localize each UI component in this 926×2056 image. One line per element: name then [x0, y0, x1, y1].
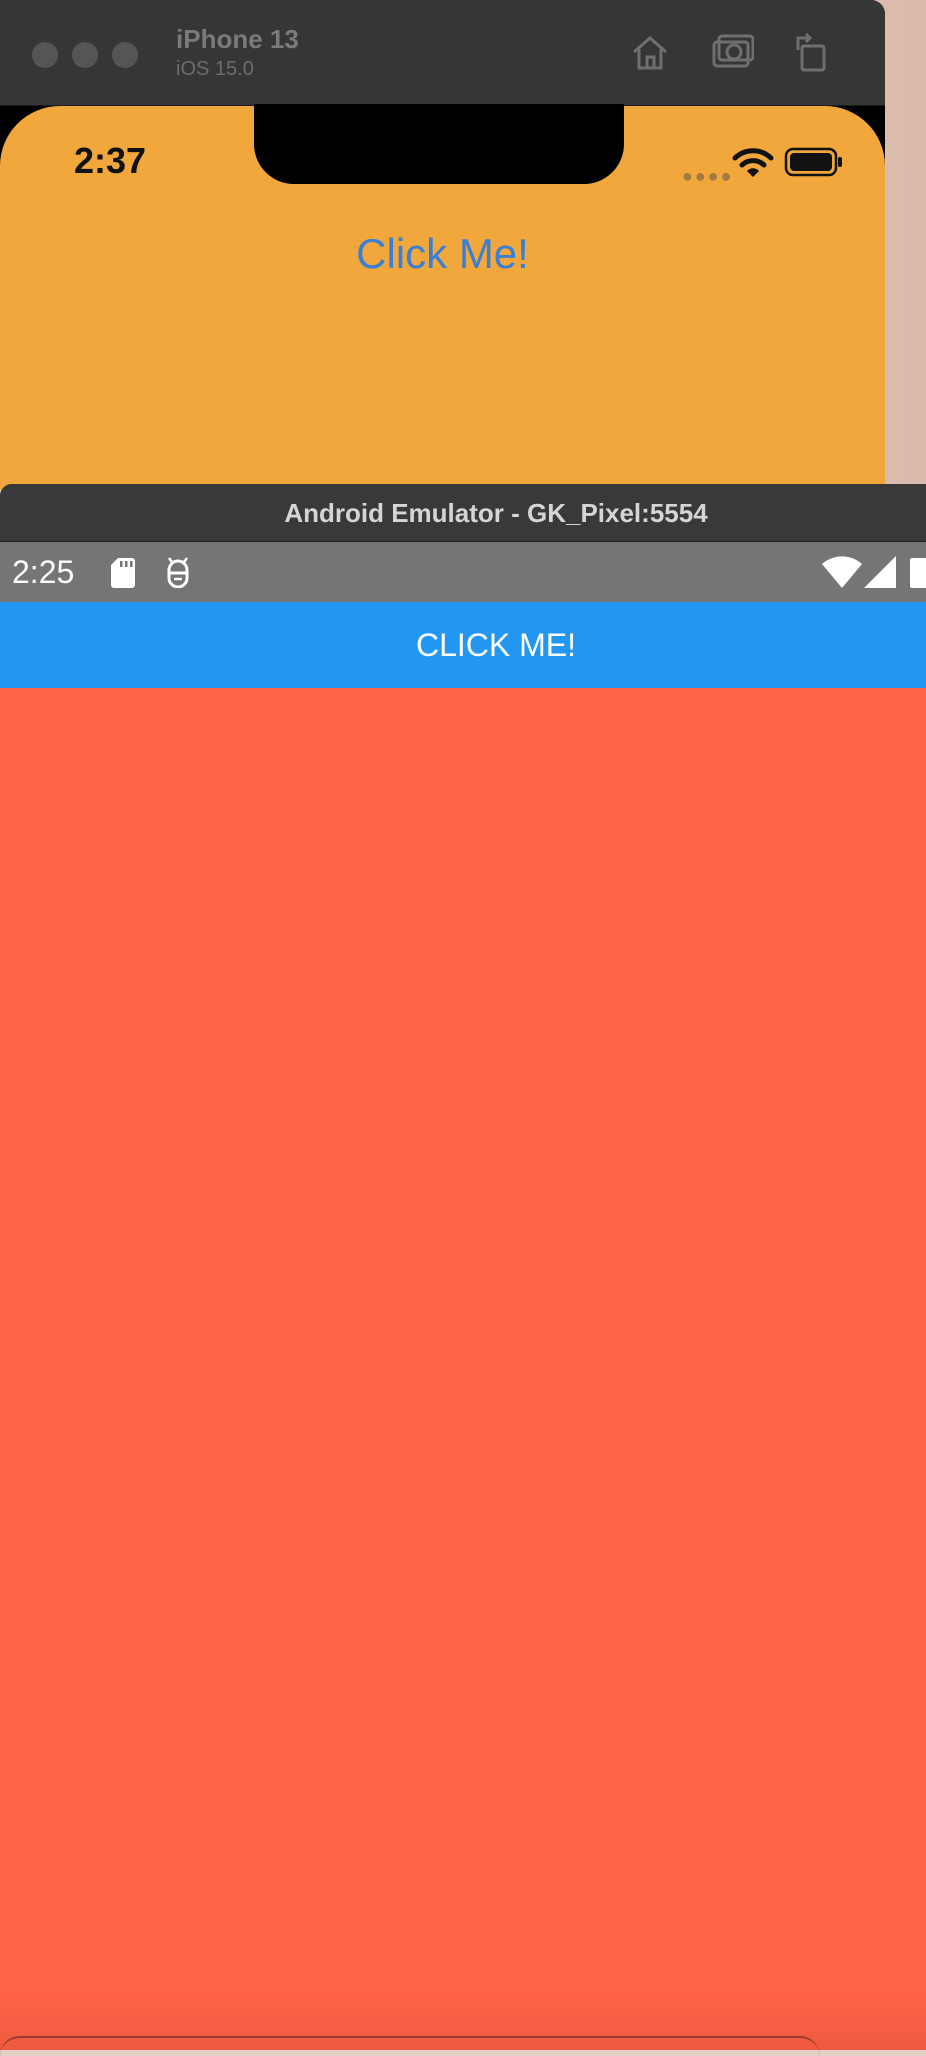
android-emulator-titlebar: Android Emulator - GK_Pixel:5554 — [0, 484, 926, 542]
ios-simulator-titlebar: iPhone 13 iOS 15.0 — [0, 0, 885, 106]
android-click-me-button[interactable]: CLICK ME! — [0, 602, 926, 688]
ios-screen: 2:37 ●●●● Click Me! — [0, 104, 885, 490]
ios-click-me-button[interactable]: Click Me! — [0, 230, 885, 278]
android-status-bar: 2:25 — [0, 542, 926, 602]
ios-battery-icon — [784, 147, 842, 177]
android-emulator-title: Android Emulator - GK_Pixel:5554 — [284, 498, 708, 528]
rotate-icon[interactable] — [790, 30, 834, 74]
simulator-os-version: iOS 15.0 — [176, 58, 254, 80]
wifi-icon — [822, 556, 862, 588]
ios-signal-dots-icon: ●●●● — [682, 166, 734, 186]
android-status-time: 2:25 — [12, 554, 75, 590]
ios-status-time: 2:37 — [74, 140, 147, 181]
window-bottom-edge — [0, 2036, 820, 2056]
signal-icon — [864, 556, 896, 588]
close-window-button[interactable] — [32, 42, 58, 68]
android-emulator-window: Android Emulator - GK_Pixel:5554 2:25 CL… — [0, 484, 926, 2050]
zoom-window-button[interactable] — [112, 42, 138, 68]
ios-wifi-icon — [732, 148, 774, 177]
screenshot-icon[interactable] — [710, 30, 754, 74]
android-app-bar: CLICK ME! — [0, 602, 926, 688]
minimize-window-button[interactable] — [72, 42, 98, 68]
home-icon[interactable] — [628, 30, 672, 74]
ios-simulator-window: iPhone 13 iOS 15.0 2:37 ●●●● Click Me! — [0, 0, 885, 490]
sd-card-icon — [111, 558, 135, 588]
iphone-notch — [254, 104, 624, 184]
simulator-device-name: iPhone 13 — [176, 24, 299, 54]
android-debug-icon — [167, 557, 189, 588]
android-app-body — [0, 688, 926, 2050]
battery-icon — [910, 558, 926, 588]
